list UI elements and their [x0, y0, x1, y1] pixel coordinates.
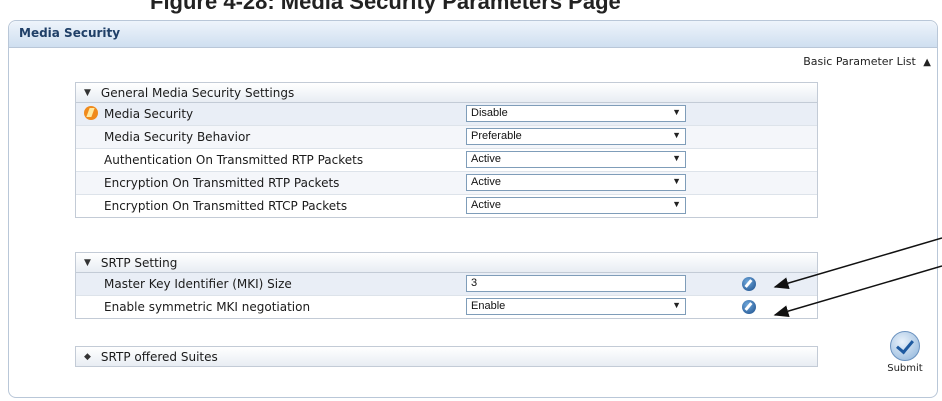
select-value: Active [471, 176, 501, 188]
panel-header [9, 21, 937, 48]
group-title: General Media Security Settings [100, 85, 295, 100]
pencil-edit-icon[interactable] [742, 277, 756, 291]
group-srtp-offered-suites: ◆ SRTP offered Suites [75, 346, 818, 367]
document-figure-title: Figure 4-28: Media Security Parameters P… [150, 0, 621, 14]
group-header-srtp-suites[interactable]: ◆ SRTP offered Suites [76, 347, 817, 366]
select-value: Active [471, 153, 501, 165]
triangle-down-icon: ▼ [84, 87, 91, 98]
row-authentication-rtp: Authentication On Transmitted RTP Packet… [76, 149, 817, 172]
symmetric-mki-select[interactable]: Enable ▼ [466, 298, 686, 315]
basic-parameter-list-toggle[interactable]: Basic Parameter List ▲ [803, 55, 931, 68]
media-security-select[interactable]: Disable ▼ [466, 105, 686, 122]
select-value: Active [471, 199, 501, 211]
dropdown-arrow-icon: ▼ [672, 199, 681, 209]
field-label: Encryption On Transmitted RTCP Packets [104, 199, 348, 213]
field-label: Media Security [104, 107, 194, 121]
encryption-rtp-select[interactable]: Active ▼ [466, 174, 686, 191]
select-value: Enable [471, 300, 506, 312]
group-srtp-setting: ▼ SRTP Setting Master Key Identifier (MK… [75, 252, 818, 319]
checkmark-icon [890, 331, 920, 361]
row-media-security: Media Security Disable ▼ [76, 103, 817, 126]
row-symmetric-mki: Enable symmetric MKI negotiation Enable … [76, 296, 817, 318]
field-label: Encryption On Transmitted RTP Packets [104, 176, 340, 190]
encryption-rtcp-select[interactable]: Active ▼ [466, 197, 686, 214]
group-title: SRTP Setting [100, 255, 178, 270]
lightning-bolt-icon [84, 106, 98, 120]
row-encryption-rtp: Encryption On Transmitted RTP Packets Ac… [76, 172, 817, 195]
group-header-general[interactable]: ▼ General Media Security Settings [76, 83, 817, 103]
field-label: Media Security Behavior [104, 130, 251, 144]
document-title-strip: Figure 4-28: Media Security Parameters P… [0, 0, 942, 18]
dropdown-arrow-icon: ▼ [672, 130, 681, 140]
media-security-behavior-select[interactable]: Preferable ▼ [466, 128, 686, 145]
row-media-security-behavior: Media Security Behavior Preferable ▼ [76, 126, 817, 149]
submit-label: Submit [887, 363, 923, 374]
pencil-edit-icon[interactable] [742, 300, 756, 314]
basic-parameter-list-label: Basic Parameter List [803, 55, 916, 68]
group-general-media-security: ▼ General Media Security Settings Media … [75, 82, 818, 218]
submit-button[interactable]: Submit [879, 331, 931, 387]
dropdown-arrow-icon: ▼ [672, 153, 681, 163]
dropdown-arrow-icon: ▼ [672, 176, 681, 186]
row-mki-size: Master Key Identifier (MKI) Size 3 [76, 273, 817, 296]
triangle-down-icon: ▼ [84, 257, 91, 268]
field-label: Enable symmetric MKI negotiation [104, 300, 311, 314]
row-encryption-rtcp: Encryption On Transmitted RTCP Packets A… [76, 195, 817, 217]
media-security-panel: Media Security Basic Parameter List ▲ ▼ … [8, 20, 938, 398]
dropdown-arrow-icon: ▼ [672, 107, 681, 117]
authentication-rtp-select[interactable]: Active ▼ [466, 151, 686, 168]
panel-title: Media Security [19, 26, 121, 40]
mki-size-input[interactable]: 3 [466, 275, 686, 292]
group-title: SRTP offered Suites [100, 349, 218, 364]
group-header-srtp[interactable]: ▼ SRTP Setting [76, 253, 817, 273]
input-value: 3 [471, 277, 478, 289]
dropdown-arrow-icon: ▼ [672, 300, 681, 310]
triangle-up-icon: ▲ [923, 57, 931, 68]
field-label: Authentication On Transmitted RTP Packet… [104, 153, 364, 167]
select-value: Preferable [471, 130, 522, 142]
triangle-right-icon: ◆ [84, 351, 91, 362]
select-value: Disable [471, 107, 508, 119]
field-label: Master Key Identifier (MKI) Size [104, 277, 292, 291]
